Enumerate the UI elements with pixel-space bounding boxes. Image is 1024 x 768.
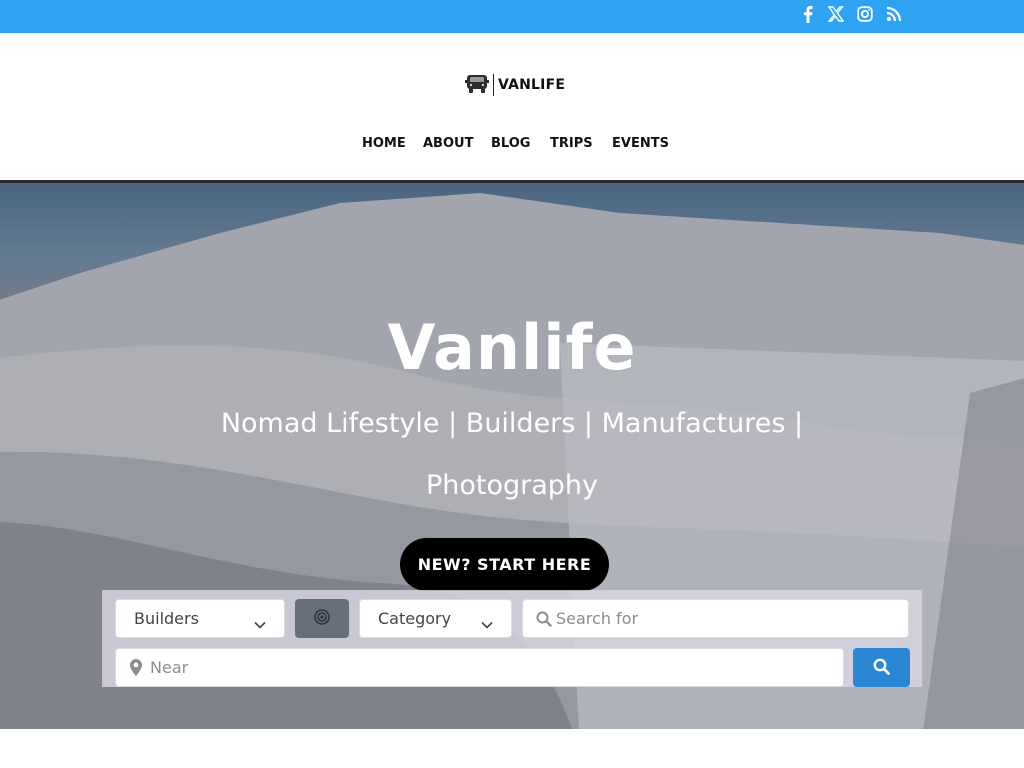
listing-type-select[interactable]: Builders <box>115 599 285 638</box>
hero-title: Vanlife <box>387 311 637 384</box>
x-icon[interactable] <box>827 5 845 23</box>
search-icon <box>873 658 890 678</box>
search-for-placeholder: Search for <box>556 609 639 628</box>
chevron-down-icon <box>254 614 266 633</box>
facebook-icon[interactable] <box>799 5 817 23</box>
nav-item-trips[interactable]: TRIPS <box>550 136 593 151</box>
top-bar <box>0 0 1024 33</box>
nav-item-home[interactable]: HOME <box>362 136 406 151</box>
hero-subtitle-line1: Nomad Lifestyle | Builders | Manufacture… <box>220 408 804 439</box>
van-icon <box>464 71 490 99</box>
start-here-button[interactable]: NEW? START HERE <box>400 538 609 591</box>
search-icon <box>536 611 552 631</box>
search-for-input[interactable]: Search for <box>522 599 909 638</box>
logo-divider <box>493 74 494 96</box>
hero-subtitle-line2: Photography <box>425 470 599 501</box>
listing-type-value: Builders <box>134 609 199 628</box>
instagram-icon[interactable] <box>856 5 874 23</box>
rss-icon[interactable] <box>885 5 903 23</box>
target-icon <box>313 608 331 629</box>
near-input[interactable]: Near <box>115 648 844 687</box>
nav-item-events[interactable]: EVENTS <box>612 136 669 151</box>
site-logo[interactable]: VANLIFE <box>464 73 565 97</box>
nav-item-about[interactable]: ABOUT <box>423 136 473 151</box>
category-value: Category <box>378 609 452 628</box>
locate-me-button[interactable] <box>295 599 349 638</box>
logo-text: VANLIFE <box>498 77 566 93</box>
nav-item-blog[interactable]: BLOG <box>491 136 530 151</box>
category-select[interactable]: Category <box>359 599 512 638</box>
near-placeholder: Near <box>150 658 189 677</box>
main-nav: HOME ABOUT BLOG TRIPS EVENTS <box>0 136 1024 156</box>
chevron-down-icon <box>481 614 493 633</box>
map-pin-icon <box>130 659 142 680</box>
site-header: VANLIFE HOME ABOUT BLOG TRIPS EVENTS <box>0 33 1024 180</box>
search-submit-button[interactable] <box>853 648 910 687</box>
